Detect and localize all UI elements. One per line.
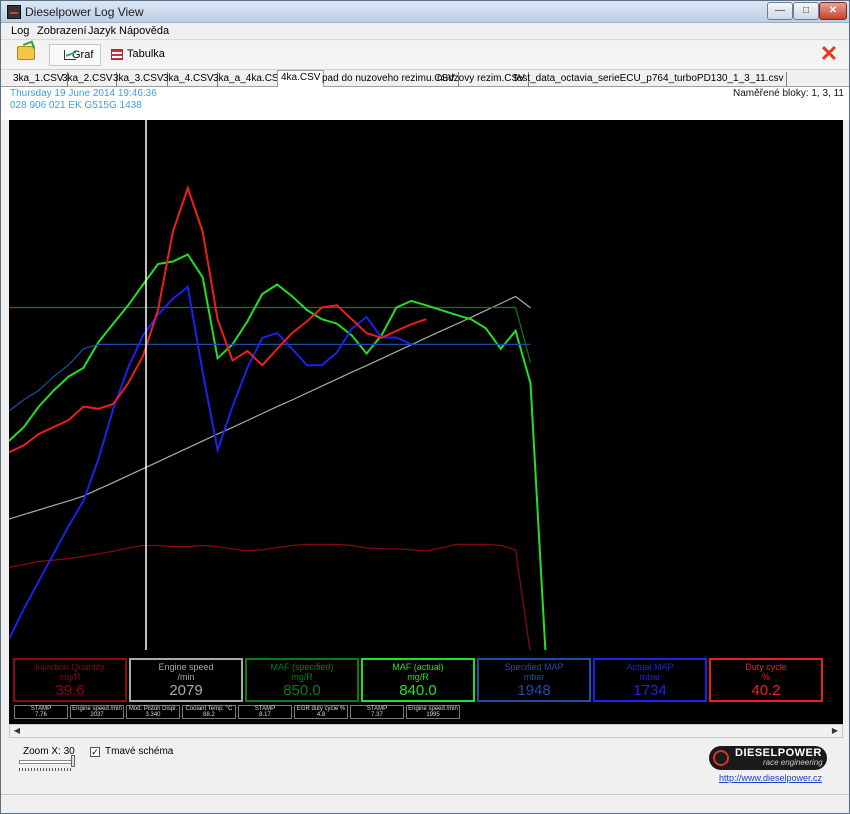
dark-scheme-checkbox[interactable]: ✓ [90, 747, 100, 757]
scroll-right-icon[interactable]: ▶ [828, 725, 842, 737]
panel-maf-specified: MAF (specified) mg/R 850.0 [245, 658, 359, 702]
panel-specified-map: Specified MAP mbar 1948 [477, 658, 591, 702]
tab-test-data-octavia[interactable]: test_data_octavia_serieECU_p764_turboPD1… [511, 72, 788, 87]
mini-mod-piston-displ: Mod. Piston Displ. 3.340 [126, 705, 180, 719]
window-title: Dieselpower Log View [25, 5, 144, 19]
minimize-button[interactable]: — [767, 2, 793, 20]
menu-log[interactable]: Log [11, 25, 29, 37]
panel-maf-actual: MAF (actual) mg/R 840.0 [361, 658, 475, 702]
panel-name: Engine speed [158, 662, 214, 672]
status-bar [1, 794, 849, 813]
panel-value: 850.0 [283, 682, 321, 699]
log-date: Thursday 19 June 2014 19:46:36 [10, 88, 157, 99]
tabulka-button[interactable]: Tabulka [105, 44, 165, 66]
panel-value: 39.6 [55, 682, 85, 699]
mini-engine-speed-1: Engine speed /min 2037 [70, 705, 124, 719]
panel-unit: mg/R [59, 672, 81, 682]
log-chart[interactable] [9, 120, 843, 650]
chart-icon [64, 50, 76, 60]
panel-value: 40.2 [751, 682, 781, 699]
tab-3ka-4[interactable]: 3ka_4.CSV [160, 72, 218, 87]
logo-subtext: race engineering [763, 758, 823, 767]
mini-value: 4.8 [316, 712, 326, 718]
mini-stamp-2: STAMP 8.17 [238, 705, 292, 719]
panel-unit: mbar [639, 672, 661, 682]
tabulka-label: Tabulka [127, 48, 165, 60]
panel-unit: % [761, 672, 770, 682]
menu-napoveda[interactable]: Nápověda [119, 25, 169, 37]
series-line-injection-quantity [9, 543, 531, 650]
ecu-id: 028 906 021 EK G515G 1438 [10, 100, 142, 111]
panel-value: 1734 [633, 682, 667, 699]
panel-engine-speed: Engine speed /min 2079 [129, 658, 243, 702]
measured-blocks: Naměřené bloky: 1, 3, 11 [733, 88, 844, 99]
panel-name: Specified MAP [504, 662, 564, 672]
panel-actual-map: Actual MAP mbar 1734 [593, 658, 707, 702]
zoom-slider[interactable] [19, 760, 73, 764]
mini-value: 2037 [90, 712, 104, 718]
mini-value: 3.340 [145, 712, 161, 718]
mini-value: 1995 [426, 712, 440, 718]
app-icon [7, 5, 21, 19]
panel-name: Duty cycle [745, 662, 787, 672]
dark-scheme-label: Tmavé schéma [105, 746, 174, 757]
app-window: Dieselpower Log View — □ ✕ Log Zobrazení… [0, 0, 850, 814]
panel-name: Injection Quantity [35, 662, 105, 672]
file-tabs: 3ka_1.CSV 3ka_2.CSV 3ka_3.CSV 3ka_4.CSV … [1, 70, 849, 87]
zoom-slider-thumb[interactable] [71, 755, 75, 767]
open-folder-icon[interactable] [17, 46, 35, 60]
dieselpower-logo: DIESELPOWER race engineering [709, 746, 827, 770]
menu-bar: Log Zobrazení Jazyk Nápověda [1, 23, 849, 40]
panel-unit: mg/R [407, 672, 429, 682]
logo-turbo-icon [713, 750, 729, 766]
title-bar[interactable]: Dieselpower Log View — □ ✕ [1, 1, 849, 23]
panel-name: Actual MAP [626, 662, 674, 672]
series-line-maf-actual- [9, 253, 547, 650]
graf-button[interactable]: Graf [49, 44, 101, 66]
chart-area[interactable]: Injection Quantity mg/R 39.6 Engine spee… [9, 120, 843, 724]
panel-name: MAF (actual) [392, 662, 444, 672]
website-link[interactable]: http://www.dieselpower.cz [719, 773, 822, 783]
tab-4ka[interactable]: 4ka.CSV [277, 70, 325, 87]
zoom-label: Zoom X: 30 [23, 746, 75, 757]
menu-zobrazeni[interactable]: Zobrazení [37, 25, 87, 37]
menu-jazyk[interactable]: Jazyk [88, 25, 116, 37]
tab-3ka-2[interactable]: 3ka_2.CSV [59, 72, 117, 87]
table-icon [111, 49, 123, 60]
zoom-slider-ticks [19, 768, 73, 771]
info-bar: Thursday 19 June 2014 19:46:36 028 906 0… [1, 87, 849, 120]
scroll-left-icon[interactable]: ◀ [10, 725, 24, 737]
bottom-panel: Zoom X: 30 ✓ Tmavé schéma DIESELPOWER ra… [1, 738, 849, 793]
maximize-button[interactable]: □ [793, 2, 819, 20]
mini-value: 88.2 [203, 712, 215, 718]
mini-coolant-temp: Coolant Temp. °C 88.2 [182, 705, 236, 719]
mini-egr-duty-cycle: EGR duty cycle % 4.8 [294, 705, 348, 719]
mini-stamp-1: STAMP 7.76 [14, 705, 68, 719]
mini-engine-speed-2: Engine speed /min 1995 [406, 705, 460, 719]
mini-value: 8.17 [259, 712, 271, 718]
panel-unit: mbar [523, 672, 545, 682]
panel-duty-cycle: Duty cycle % 40.2 [709, 658, 823, 702]
series-line-specified-map [9, 343, 531, 412]
panel-value: 1948 [517, 682, 551, 699]
mini-value: 7.37 [371, 712, 383, 718]
mini-stamp-3: STAMP 7.37 [350, 705, 404, 719]
tab-3ka-3[interactable]: 3ka_3.CSV [110, 72, 168, 87]
panel-unit: mg/R [291, 672, 313, 682]
panel-injection-quantity: Injection Quantity mg/R 39.6 [13, 658, 127, 702]
close-window-button[interactable]: ✕ [819, 2, 847, 20]
close-file-icon[interactable]: ✕ [819, 43, 839, 65]
mini-value: 7.76 [35, 712, 47, 718]
panel-unit: /min [177, 672, 195, 682]
panel-value: 840.0 [399, 682, 437, 699]
series-line-actual-map [9, 285, 412, 640]
toolbar: Graf Tabulka ✕ [1, 41, 849, 70]
panel-name: MAF (specified) [270, 662, 334, 672]
panel-value: 2079 [169, 682, 203, 699]
horizontal-scrollbar[interactable]: ◀ ▶ [9, 724, 843, 738]
